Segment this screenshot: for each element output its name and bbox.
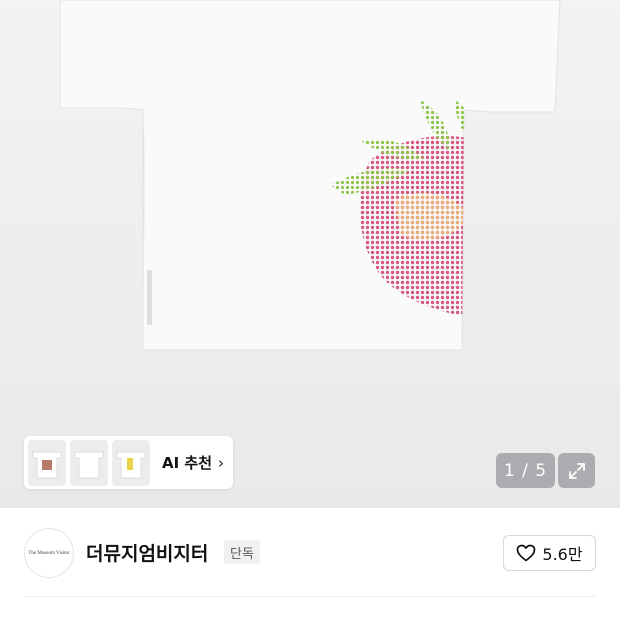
expand-button[interactable] (558, 453, 595, 488)
brand-row: The Museum Visitor 더뮤지엄비지터 단독 5.6만 (0, 508, 620, 596)
chevron-right-icon: › (218, 453, 225, 472)
thumbnail-3[interactable] (112, 439, 150, 486)
brand-name[interactable]: 더뮤지엄비지터 (86, 539, 208, 566)
ai-recommend-label[interactable]: AI 추천 › (162, 452, 224, 473)
brand-logo[interactable]: The Museum Visitor (24, 528, 74, 578)
expand-icon (568, 462, 585, 479)
ai-recommend-text: AI 추천 (162, 454, 213, 472)
brand-logo-text: The Museum Visitor (28, 550, 70, 556)
like-button[interactable]: 5.6만 (503, 535, 596, 571)
page-indicator: 1 / 5 (496, 453, 555, 488)
thumbnail-2[interactable] (70, 439, 108, 486)
exclusive-badge: 단독 (224, 540, 260, 564)
thumbnail-1[interactable] (28, 439, 66, 486)
divider (24, 596, 596, 597)
like-count: 5.6만 (542, 545, 583, 564)
heart-icon (517, 544, 536, 562)
product-image-gallery[interactable]: AI 추천 › 1 / 5 (0, 0, 620, 508)
product-image (59, 0, 561, 351)
ai-recommend-card[interactable]: AI 추천 › (24, 436, 233, 489)
